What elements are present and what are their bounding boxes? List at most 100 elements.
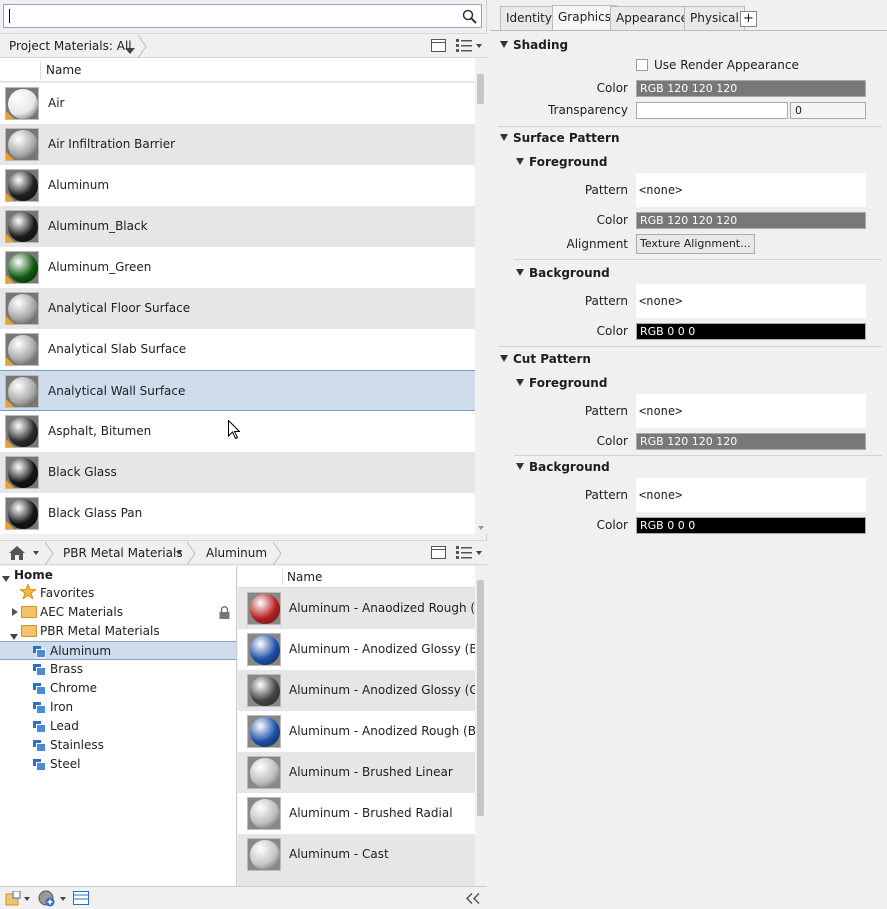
transparency-value-input[interactable]: 0 <box>790 102 866 119</box>
library-column-header[interactable]: Name <box>238 566 475 588</box>
tree-item-label: Steel <box>50 757 81 771</box>
add-library-icon[interactable] <box>38 890 55 907</box>
material-row[interactable]: Analytical Slab Surface <box>0 329 475 370</box>
home-chevron-icon[interactable] <box>33 551 39 555</box>
surface-background-header[interactable]: Background <box>516 264 610 282</box>
material-row[interactable]: Analytical Wall Surface <box>0 370 475 411</box>
tab-appearance[interactable]: Appearance <box>610 6 695 30</box>
transparency-label: Transparency <box>547 103 628 117</box>
collapse-double-chevron-icon[interactable] <box>466 893 480 904</box>
cut-bg-pattern-field[interactable]: <none> <box>636 478 866 512</box>
material-row[interactable]: Aluminum_Black <box>0 206 475 247</box>
library-material-row[interactable] <box>238 875 475 886</box>
material-row[interactable]: Aluminum <box>0 165 475 206</box>
view-options-chevron-icon[interactable] <box>476 44 482 48</box>
tree-item-lead[interactable]: Lead <box>0 717 236 736</box>
library-material-row[interactable]: Aluminum - Anodized Glossy (Blue <box>238 629 475 670</box>
cut-bg-color-swatch[interactable]: RGB 0 0 0 <box>636 517 866 534</box>
breadcrumb-library[interactable]: PBR Metal Materials <box>63 541 183 566</box>
tree-item-label: Brass <box>50 662 84 676</box>
transparency-slider[interactable] <box>636 102 788 119</box>
tree-item-label: Aluminum <box>50 644 112 658</box>
tree-pbr-metal-materials[interactable]: PBR Metal Materials <box>40 622 160 641</box>
surface-bg-color-swatch[interactable]: RGB 0 0 0 <box>636 323 866 340</box>
use-render-appearance-label: Use Render Appearance <box>654 58 799 72</box>
library-chevron-icon[interactable] <box>176 551 182 555</box>
material-row[interactable]: Aluminum_Green <box>0 247 475 288</box>
collapse-arrow-icon[interactable] <box>516 158 524 165</box>
shading-color-swatch[interactable]: RGB 120 120 120 <box>636 80 866 97</box>
library-material-row[interactable]: Aluminum - Anaodized Rough (Red <box>238 588 475 629</box>
project-filter-label[interactable]: Project Materials: All <box>9 34 132 59</box>
list-view-icon[interactable] <box>456 546 472 559</box>
create-chevron-icon[interactable] <box>24 897 30 901</box>
cut-pattern-section-header[interactable]: Cut Pattern <box>500 350 591 368</box>
material-row[interactable]: Black Glass <box>0 452 475 493</box>
search-box[interactable] <box>3 4 482 28</box>
tree-item-aluminum[interactable]: Aluminum <box>0 641 236 660</box>
surface-fg-color-swatch[interactable]: RGB 120 120 120 <box>636 212 866 229</box>
list-view-icon[interactable] <box>456 39 472 52</box>
material-row[interactable]: Analytical Floor Surface <box>0 288 475 329</box>
library-material-row[interactable]: Aluminum - Brushed Linear <box>238 752 475 793</box>
cut-bg-color-label: Color <box>596 518 628 532</box>
tree-item-iron[interactable]: Iron <box>0 698 236 717</box>
expand-arrow-icon[interactable] <box>2 571 10 585</box>
breadcrumb-category[interactable]: Aluminum <box>206 541 267 566</box>
collapse-arrow-icon[interactable] <box>516 379 524 386</box>
column-header[interactable]: Name <box>0 58 475 82</box>
surface-fg-pattern-field[interactable]: <none> <box>636 173 866 207</box>
project-list-scrollbar[interactable] <box>475 58 487 534</box>
material-thumbnail <box>5 169 39 202</box>
tree-item-stainless[interactable]: Stainless <box>0 736 236 755</box>
tab-identity[interactable]: Identity <box>500 6 558 30</box>
surface-fg-pattern-label: Pattern <box>584 183 628 197</box>
tab-physical[interactable]: Physical <box>684 6 745 30</box>
collapse-arrow-icon[interactable] <box>500 41 508 48</box>
tree-item-brass[interactable]: Brass <box>0 660 236 679</box>
home-icon[interactable] <box>9 546 25 560</box>
tree-item-steel[interactable]: Steel <box>0 755 236 774</box>
collapse-arrow-icon[interactable] <box>516 463 524 470</box>
tree-aec-materials[interactable]: AEC Materials <box>40 603 123 622</box>
use-render-appearance-checkbox[interactable] <box>636 59 648 71</box>
surface-bg-pattern-label: Pattern <box>584 294 628 308</box>
view-panel-icon[interactable] <box>431 39 446 52</box>
collapsed-arrow-icon[interactable] <box>12 608 18 616</box>
material-row[interactable]: Air <box>0 83 475 124</box>
surface-foreground-header[interactable]: Foreground <box>516 153 607 171</box>
tree-home[interactable]: Home <box>14 566 53 585</box>
surface-bg-pattern-field[interactable]: <none> <box>636 284 866 318</box>
add-tab-button[interactable]: + <box>740 11 757 27</box>
collapse-arrow-icon[interactable] <box>516 269 524 276</box>
view-panel-icon[interactable] <box>431 546 446 559</box>
library-material-row[interactable]: Aluminum - Cast <box>238 834 475 875</box>
material-row[interactable]: Black Glass Pan <box>0 493 475 534</box>
shading-section-header[interactable]: Shading <box>500 36 568 54</box>
texture-alignment-button[interactable]: Texture Alignment... <box>636 234 755 254</box>
collapse-arrow-icon[interactable] <box>500 134 508 141</box>
collapse-arrow-icon[interactable] <box>500 355 508 362</box>
tab-graphics[interactable]: Graphics <box>552 5 617 31</box>
search-icon[interactable] <box>462 9 477 24</box>
library-list-scrollbar[interactable] <box>475 566 487 886</box>
surface-pattern-section-header[interactable]: Surface Pattern <box>500 129 620 147</box>
tree-item-chrome[interactable]: Chrome <box>0 679 236 698</box>
library-material-row[interactable]: Aluminum - Brushed Radial <box>238 793 475 834</box>
create-material-icon[interactable] <box>5 891 21 906</box>
view-options-chevron-icon[interactable] <box>476 551 482 555</box>
cut-fg-color-swatch[interactable]: RGB 120 120 120 <box>636 433 866 450</box>
asset-editor-icon[interactable] <box>73 891 89 905</box>
library-options-chevron-icon[interactable] <box>60 897 66 901</box>
material-row[interactable]: Air Infiltration Barrier <box>0 124 475 165</box>
library-material-row[interactable]: Aluminum - Anodized Rough (Blue <box>238 711 475 752</box>
tree-favorites[interactable]: Favorites <box>40 584 94 603</box>
library-material-row[interactable]: Aluminum - Anodized Glossy (Grey <box>238 670 475 711</box>
cut-foreground-header[interactable]: Foreground <box>516 374 607 392</box>
chevron-down-icon[interactable] <box>125 43 135 57</box>
warning-flag-icon <box>6 399 14 407</box>
mouse-pointer-icon <box>228 420 240 439</box>
cut-background-header[interactable]: Background <box>516 458 610 476</box>
cut-fg-pattern-field[interactable]: <none> <box>636 394 866 428</box>
library-category-icon <box>33 664 46 676</box>
